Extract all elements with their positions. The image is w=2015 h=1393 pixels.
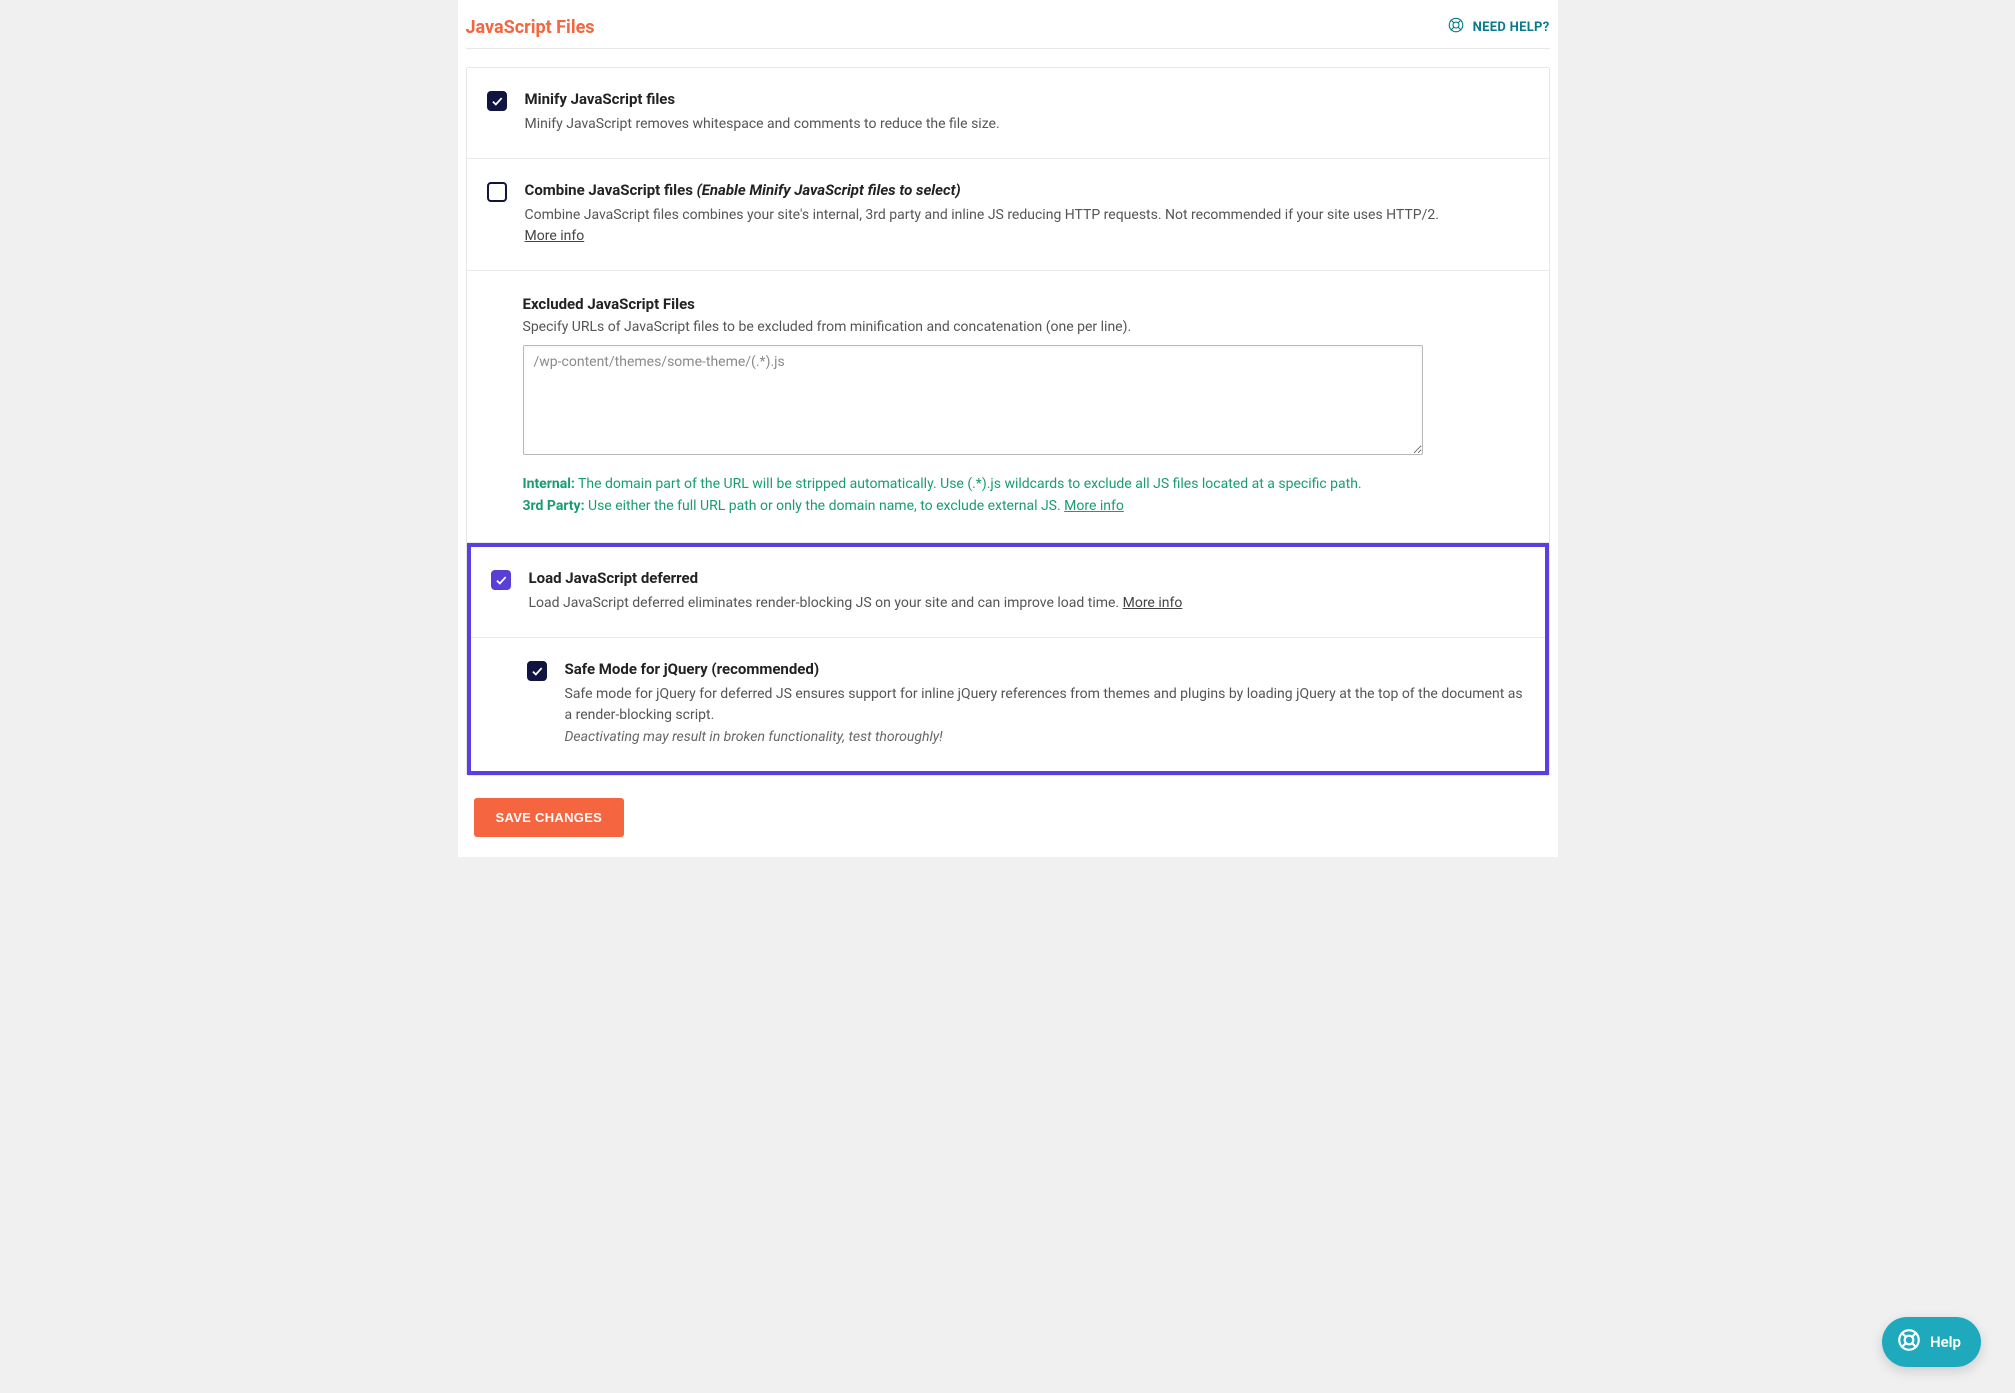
minify-js-checkbox[interactable]	[487, 91, 507, 111]
excluded-js-section: Excluded JavaScript Files Specify URLs o…	[467, 271, 1549, 543]
excluded-js-title: Excluded JavaScript Files	[523, 295, 1529, 313]
safe-jquery-checkbox[interactable]	[527, 661, 547, 681]
setting-defer-js: Load JavaScript deferred Load JavaScript…	[471, 547, 1545, 638]
combine-js-title: Combine JavaScript files (Enable Minify …	[525, 181, 1529, 199]
defer-js-desc: Load JavaScript deferred eliminates rend…	[529, 593, 1525, 615]
safe-jquery-warning: Deactivating may result in broken functi…	[565, 729, 943, 745]
section-header: JavaScript Files NEED HELP?	[466, 0, 1550, 49]
excluded-more-info-link[interactable]: More info	[1064, 498, 1124, 514]
setting-minify-js: Minify JavaScript files Minify JavaScrip…	[467, 68, 1549, 159]
minify-js-title: Minify JavaScript files	[525, 90, 1529, 108]
lifebuoy-icon	[1447, 16, 1465, 38]
settings-panel: Minify JavaScript files Minify JavaScrip…	[466, 67, 1550, 776]
help-fab-label: Help	[1930, 1333, 1961, 1351]
combine-js-desc: Combine JavaScript files combines your s…	[525, 205, 1529, 248]
combine-more-info-link[interactable]: More info	[525, 228, 585, 244]
section-title: JavaScript Files	[466, 17, 595, 38]
minify-js-desc: Minify JavaScript removes whitespace and…	[525, 114, 1529, 136]
safe-jquery-desc: Safe mode for jQuery for deferred JS ens…	[565, 684, 1525, 749]
excluded-help-note: Internal: The domain part of the URL wil…	[523, 473, 1423, 518]
defer-more-info-link[interactable]: More info	[1123, 595, 1183, 611]
lifebuoy-icon	[1896, 1327, 1922, 1357]
excluded-js-textarea[interactable]	[523, 345, 1423, 455]
defer-js-checkbox[interactable]	[491, 570, 511, 590]
help-fab-button[interactable]: Help	[1882, 1317, 1981, 1367]
defer-js-title: Load JavaScript deferred	[529, 569, 1525, 587]
safe-jquery-title: Safe Mode for jQuery (recommended)	[565, 660, 1525, 678]
excluded-js-desc: Specify URLs of JavaScript files to be e…	[523, 319, 1529, 335]
need-help-link[interactable]: NEED HELP?	[1447, 16, 1550, 38]
combine-js-checkbox[interactable]	[487, 182, 507, 202]
setting-combine-js: Combine JavaScript files (Enable Minify …	[467, 159, 1549, 271]
save-changes-button[interactable]: SAVE CHANGES	[474, 798, 625, 837]
setting-safe-jquery: Safe Mode for jQuery (recommended) Safe …	[471, 638, 1545, 771]
need-help-label: NEED HELP?	[1473, 20, 1550, 35]
combine-js-hint: (Enable Minify JavaScript files to selec…	[697, 181, 961, 199]
defer-highlight: Load JavaScript deferred Load JavaScript…	[467, 543, 1549, 775]
